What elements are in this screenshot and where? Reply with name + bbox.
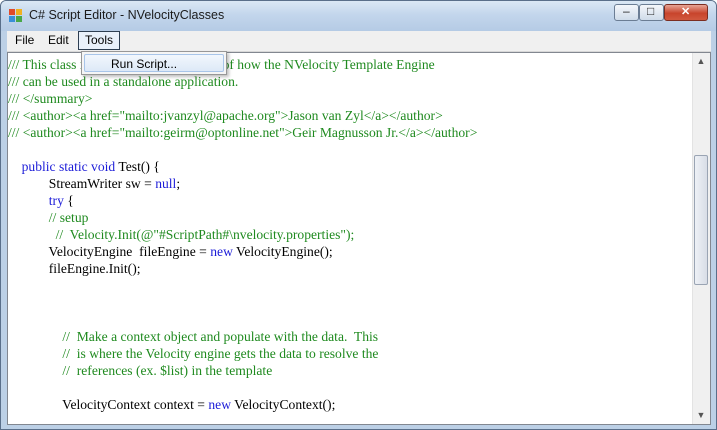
code-token: {	[63, 193, 74, 208]
code-token: fileEngine.Init();	[8, 261, 141, 276]
code-token: /// can be used in a standalone applicat…	[8, 74, 239, 89]
code-line: /// <author><a href="mailto:geirm@optonl…	[8, 124, 477, 141]
code-line: /// This class is a simple demonstration…	[8, 56, 477, 73]
code-token: // references (ex. $list) in the templat…	[8, 363, 273, 378]
close-icon: ✕	[681, 6, 691, 18]
minimize-button[interactable]: –	[614, 4, 639, 21]
code-line: /// <author><a href="mailto:jvanzyl@apac…	[8, 107, 477, 124]
code-token: VelocityContext context =	[8, 397, 209, 412]
title-bar[interactable]: C# Script Editor - NVelocityClasses – □ …	[1, 1, 716, 31]
code-token: // Make a context object and populate wi…	[8, 329, 379, 344]
code-token: // Velocity.Init(@"#ScriptPath#\nvelocit…	[8, 227, 355, 242]
code-token: /// </summary>	[8, 91, 93, 106]
maximize-icon: □	[647, 4, 655, 18]
script-editor-window: C# Script Editor - NVelocityClasses – □ …	[0, 0, 717, 430]
code-token: try	[48, 193, 64, 208]
code-token: /// <author><a href="mailto:geirm@optonl…	[8, 125, 478, 140]
code-line: // is where the Velocity engine gets the…	[8, 345, 477, 362]
code-line: VelocityEngine fileEngine = new Velocity…	[8, 243, 477, 260]
maximize-button[interactable]: □	[639, 4, 664, 21]
code-token: VelocityEngine fileEngine =	[8, 244, 211, 259]
code-line: fileEngine.Init();	[8, 260, 477, 277]
code-editor[interactable]: /// This class is a simple demonstration…	[7, 52, 711, 425]
code-token: VelocityEngine();	[232, 244, 333, 259]
code-line: public static void Test() {	[8, 158, 477, 175]
menu-tools[interactable]: Tools	[78, 31, 121, 50]
code-text[interactable]: /// This class is a simple demonstration…	[8, 56, 477, 424]
scroll-down-icon[interactable]: ▼	[696, 410, 706, 420]
code-line: try {	[8, 192, 477, 209]
code-token: new	[208, 397, 232, 412]
code-line: // Velocity.Init(@"#ScriptPath#\nvelocit…	[8, 226, 477, 243]
code-line: // references (ex. $list) in the templat…	[8, 362, 477, 379]
window-title: C# Script Editor - NVelocityClasses	[29, 8, 225, 22]
close-button[interactable]: ✕	[664, 4, 708, 21]
code-token: public static void	[21, 159, 116, 174]
code-token: // setup	[8, 210, 89, 225]
minimize-icon: –	[623, 4, 630, 18]
code-token: new	[210, 244, 233, 259]
scroll-up-icon[interactable]: ▲	[696, 56, 706, 66]
code-line: // Make a context object and populate wi…	[8, 328, 477, 345]
scrollbar-thumb[interactable]	[694, 155, 708, 285]
code-token: Test() {	[115, 159, 160, 174]
code-line: /// can be used in a standalone applicat…	[8, 73, 477, 90]
code-token: /// <author><a href="mailto:jvanzyl@apac…	[8, 108, 443, 123]
app-icon	[9, 9, 23, 23]
code-line: // setup	[8, 209, 477, 226]
code-line: StreamWriter sw = null;	[8, 175, 477, 192]
menu-file[interactable]: File	[9, 31, 40, 50]
tools-dropdown-menu: Run Script...	[81, 51, 227, 75]
code-token: StreamWriter sw =	[8, 176, 156, 191]
code-token: null	[155, 176, 177, 191]
code-line: VelocityContext context = new VelocityCo…	[8, 396, 477, 413]
code-token: VelocityContext();	[231, 397, 336, 412]
code-token: ;	[176, 176, 181, 191]
code-line: /// </summary>	[8, 90, 477, 107]
code-token: // is where the Velocity engine gets the…	[8, 346, 379, 361]
vertical-scrollbar[interactable]: ▲ ▼	[692, 53, 710, 424]
menu-bar: File Edit Tools	[7, 31, 711, 52]
menu-edit[interactable]: Edit	[42, 31, 75, 50]
run-script-menu-item[interactable]: Run Script...	[84, 54, 224, 72]
